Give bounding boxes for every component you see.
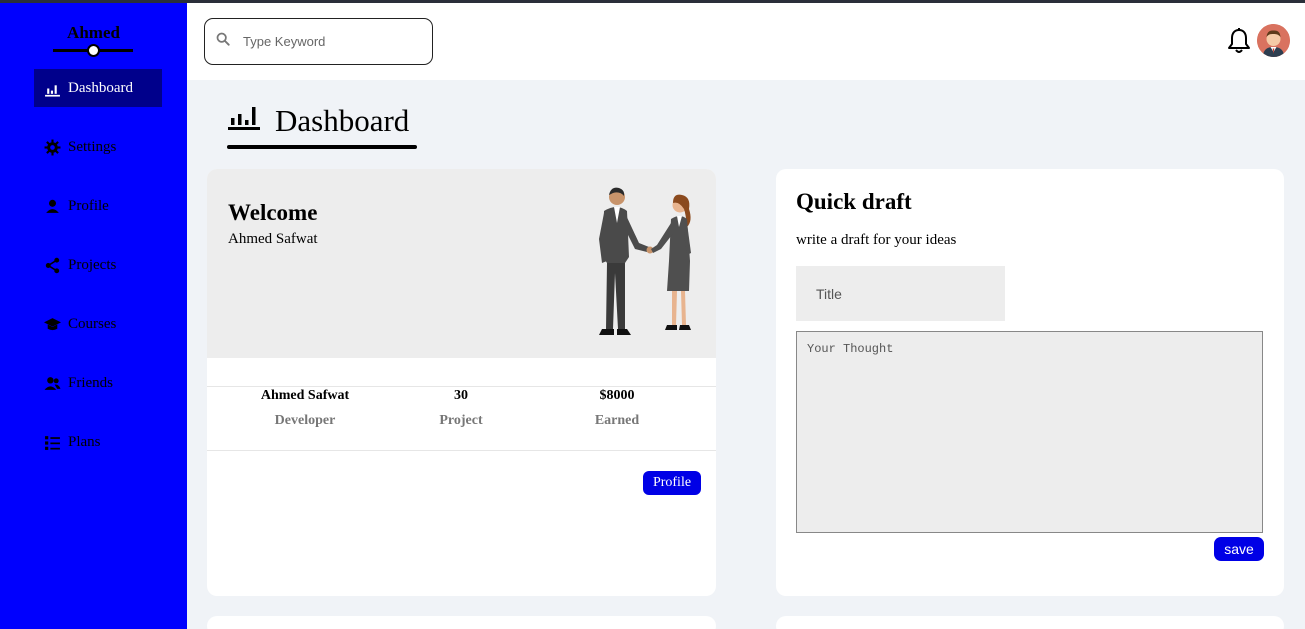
sidebar-item-label: Profile — [68, 197, 109, 214]
avatar[interactable] — [1257, 24, 1290, 57]
sidebar-item-label: Projects — [68, 256, 117, 273]
top-header — [187, 3, 1305, 80]
stats-divider-bottom — [207, 450, 716, 451]
sidebar-item-label: Courses — [68, 315, 117, 332]
draft-subtitle: write a draft for your ideas — [796, 232, 957, 248]
stat-earned: $8000 Earned — [537, 387, 697, 429]
users-icon — [43, 374, 61, 392]
bell-icon[interactable] — [1227, 27, 1251, 55]
next-card-left — [207, 616, 716, 629]
sidebar-item-courses[interactable]: Courses — [34, 305, 162, 343]
draft-title: Quick draft — [796, 189, 912, 214]
stat-developer: Ahmed Safwat Developer — [225, 387, 385, 429]
sidebar-item-plans[interactable]: Plans — [34, 423, 162, 461]
stat-value: 30 — [454, 388, 468, 403]
sidebar-item-projects[interactable]: Projects — [34, 246, 162, 284]
sidebar-item-dashboard[interactable]: Dashboard — [34, 69, 162, 107]
graduation-cap-icon — [43, 315, 61, 333]
sidebar-item-profile[interactable]: Profile — [34, 187, 162, 225]
stat-projects: 30 Project — [381, 387, 541, 429]
stat-label: Developer — [274, 413, 336, 428]
stat-label: Project — [439, 413, 483, 428]
welcome-card: Welcome Ahmed Safwat Ahmed Safwat Develo… — [207, 169, 716, 596]
save-button[interactable]: save — [1214, 537, 1264, 561]
brand-name: Ahmed — [67, 23, 120, 42]
draft-body-textarea[interactable] — [796, 331, 1263, 533]
list-icon — [43, 433, 61, 451]
share-icon — [43, 256, 61, 274]
page-title-underline — [227, 145, 417, 149]
sidebar-item-label: Plans — [68, 433, 101, 450]
search-input[interactable] — [243, 34, 413, 49]
draft-title-input[interactable] — [796, 266, 1005, 321]
profile-button[interactable]: Profile — [643, 471, 701, 495]
page-title-text: Dashboard — [275, 103, 410, 138]
sidebar: Ahmed Dashboard Settings Profile Project… — [0, 3, 187, 629]
next-card-right — [776, 616, 1284, 629]
welcome-name: Ahmed Safwat — [228, 231, 318, 247]
sidebar-item-label: Dashboard — [68, 79, 133, 96]
brand-dot — [87, 44, 100, 57]
stat-value: Ahmed Safwat — [260, 388, 350, 403]
bar-chart-icon — [43, 79, 61, 97]
stat-label: Earned — [594, 413, 640, 428]
quick-draft-card: Quick draft write a draft for your ideas… — [776, 169, 1284, 596]
bar-chart-icon — [228, 103, 275, 139]
search-icon — [216, 32, 243, 51]
welcome-title: Welcome — [228, 200, 318, 225]
user-icon — [43, 197, 61, 215]
page-title: Dashboard — [228, 103, 409, 139]
gear-icon — [43, 138, 61, 156]
sidebar-item-friends[interactable]: Friends — [34, 364, 162, 402]
sidebar-item-label: Friends — [68, 374, 113, 391]
sidebar-item-settings[interactable]: Settings — [34, 128, 162, 166]
handshake-illustration — [587, 183, 707, 343]
stat-value: $8000 — [599, 388, 635, 403]
search-box — [204, 18, 433, 65]
sidebar-item-label: Settings — [68, 138, 117, 155]
window-top-border — [0, 0, 1305, 3]
